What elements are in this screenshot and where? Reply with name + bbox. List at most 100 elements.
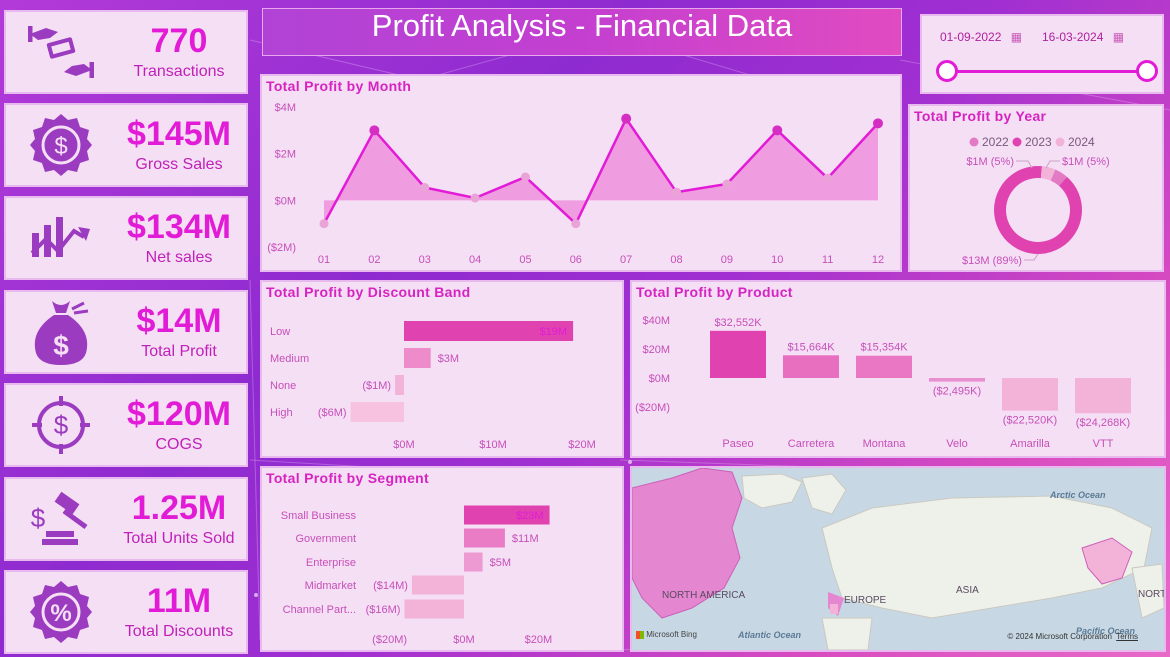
start-date-value: 01-09-2022 [940, 30, 1002, 44]
x-tick-label: 10 [771, 254, 783, 266]
bar [411, 575, 464, 595]
legend-label: 2024 [1068, 135, 1095, 149]
bar [464, 552, 483, 572]
kpi-card-total-profit: $ $14M Total Profit [4, 290, 248, 374]
category-label: Small Business [281, 510, 357, 522]
map-label-north: NORTH [1138, 589, 1166, 600]
slider-start-handle[interactable] [936, 60, 958, 82]
x-tick-label: 03 [419, 254, 431, 266]
kpi-value: $120M [127, 395, 231, 433]
calendar-icon[interactable]: ▦ [1011, 30, 1022, 44]
bar [464, 528, 505, 548]
x-tick-label: Velo [946, 438, 967, 450]
x-tick-label: Amarilla [1010, 438, 1051, 450]
map-visual[interactable]: Arctic Ocean NORTH AMERICA EUROPE ASIA N… [630, 466, 1166, 652]
x-tick-label: $0M [393, 439, 414, 451]
bar [350, 402, 404, 422]
svg-text:$: $ [54, 410, 69, 440]
date-range-slicer[interactable]: 01-09-2022 ▦ 16-03-2024 ▦ [920, 14, 1164, 94]
x-tick-label: ($20M) [372, 634, 407, 646]
x-tick-label: 06 [570, 254, 582, 266]
kpi-label: Net sales [145, 249, 213, 266]
data-label: $5M [490, 557, 511, 569]
x-tick-label: 08 [670, 254, 682, 266]
leader-line [1045, 160, 1060, 169]
bing-brand: Microsoft Bing [646, 630, 697, 639]
x-tick-label: 07 [620, 254, 632, 266]
dashboard-title-bar: Profit Analysis - Financial Data [262, 8, 902, 56]
bing-logo: Microsoft Bing [636, 630, 697, 639]
category-label: Medium [270, 353, 309, 365]
slice-label: $13M (89%) [962, 255, 1022, 267]
bar [1075, 378, 1131, 414]
slider-end-handle[interactable] [1136, 60, 1158, 82]
map-label-europe: EUROPE [844, 595, 887, 606]
data-label: ($6M) [318, 407, 347, 419]
kpi-card-cogs: $ $120M COGS [4, 383, 248, 467]
x-tick-label: Carretera [788, 438, 835, 450]
data-point [571, 219, 581, 229]
chart-profit-by-discount-band: Total Profit by Discount Band Low Medium N… [260, 280, 624, 458]
chart-profit-by-segment: Total Profit by Segment Small Business Go… [260, 466, 624, 652]
data-point [621, 113, 632, 124]
category-label: None [270, 380, 296, 392]
bar [404, 348, 431, 368]
x-tick-label: 04 [469, 254, 481, 266]
map-label-north-america: NORTH AMERICA [662, 590, 746, 601]
category-label: Channel Part... [283, 604, 356, 616]
chart-profit-by-product: Total Profit by Product ($20M) $0M $20M $40… [630, 280, 1166, 458]
kpi-value: 11M [146, 582, 212, 620]
gavel-dollar-icon: $ [6, 479, 116, 559]
kpi-label: Total Profit [141, 343, 217, 360]
map-label-atlantic-ocean: Atlantic Ocean [738, 630, 802, 640]
growth-chart-icon [6, 198, 116, 278]
data-label: $19M [540, 326, 568, 338]
x-tick-label: Paseo [722, 438, 753, 450]
category-label: High [270, 407, 293, 419]
x-tick-label: $20M [568, 439, 596, 451]
data-label: ($16M) [366, 604, 401, 616]
bar [929, 378, 985, 382]
money-bag-icon: $ [6, 292, 116, 372]
calendar-icon[interactable]: ▦ [1113, 30, 1124, 44]
x-tick-label: 02 [368, 254, 380, 266]
x-tick-label: VTT [1093, 438, 1114, 450]
data-point [420, 183, 430, 192]
donut-slice [994, 166, 1082, 254]
bar [404, 599, 464, 619]
data-label: ($14M) [373, 580, 408, 592]
kpi-card-total-units-sold: $ 1.25M Total Units Sold [4, 477, 248, 561]
data-label: $15,664K [787, 341, 835, 353]
end-date-field[interactable]: 16-03-2024 ▦ [1042, 30, 1124, 44]
map-terms-link[interactable]: Terms [1116, 632, 1138, 641]
svg-text:$: $ [54, 133, 67, 160]
slider-track[interactable] [946, 70, 1148, 73]
y-tick-label: $0M [649, 373, 670, 385]
data-label: ($2,495K) [933, 386, 981, 398]
map-label-arctic-ocean: Arctic Ocean [1050, 490, 1106, 500]
x-tick-label: 11 [822, 254, 833, 266]
end-date-value: 16-03-2024 [1042, 30, 1104, 44]
kpi-label: COGS [155, 436, 203, 453]
page-title: Profit Analysis - Financial Data [371, 8, 793, 43]
y-tick-label: $40M [642, 315, 670, 327]
dollar-badge-icon: $ [6, 105, 116, 185]
map-attribution: © 2024 Microsoft Corporation [1007, 632, 1112, 641]
data-label: $11M [512, 533, 539, 545]
x-tick-label: 05 [519, 254, 531, 266]
kpi-label: Transactions [133, 63, 225, 80]
legend-marker [1012, 137, 1022, 147]
chart-profit-by-month: Total Profit by Month ($2M) $0M $2M $4M 01 02… [260, 74, 902, 272]
data-label: $32,552K [714, 317, 762, 329]
bar [783, 355, 839, 378]
x-tick-label: 01 [318, 254, 330, 266]
y-tick-label: $20M [642, 344, 670, 356]
leader-line [1024, 253, 1039, 261]
svg-text:$: $ [31, 503, 46, 533]
category-label: Midmarket [305, 580, 356, 592]
percent-badge-icon: % [6, 572, 116, 652]
start-date-field[interactable]: 01-09-2022 ▦ [940, 30, 1022, 44]
kpi-value: 770 [150, 22, 208, 60]
x-tick-label: 12 [872, 254, 884, 266]
kpi-value: $14M [136, 302, 222, 340]
